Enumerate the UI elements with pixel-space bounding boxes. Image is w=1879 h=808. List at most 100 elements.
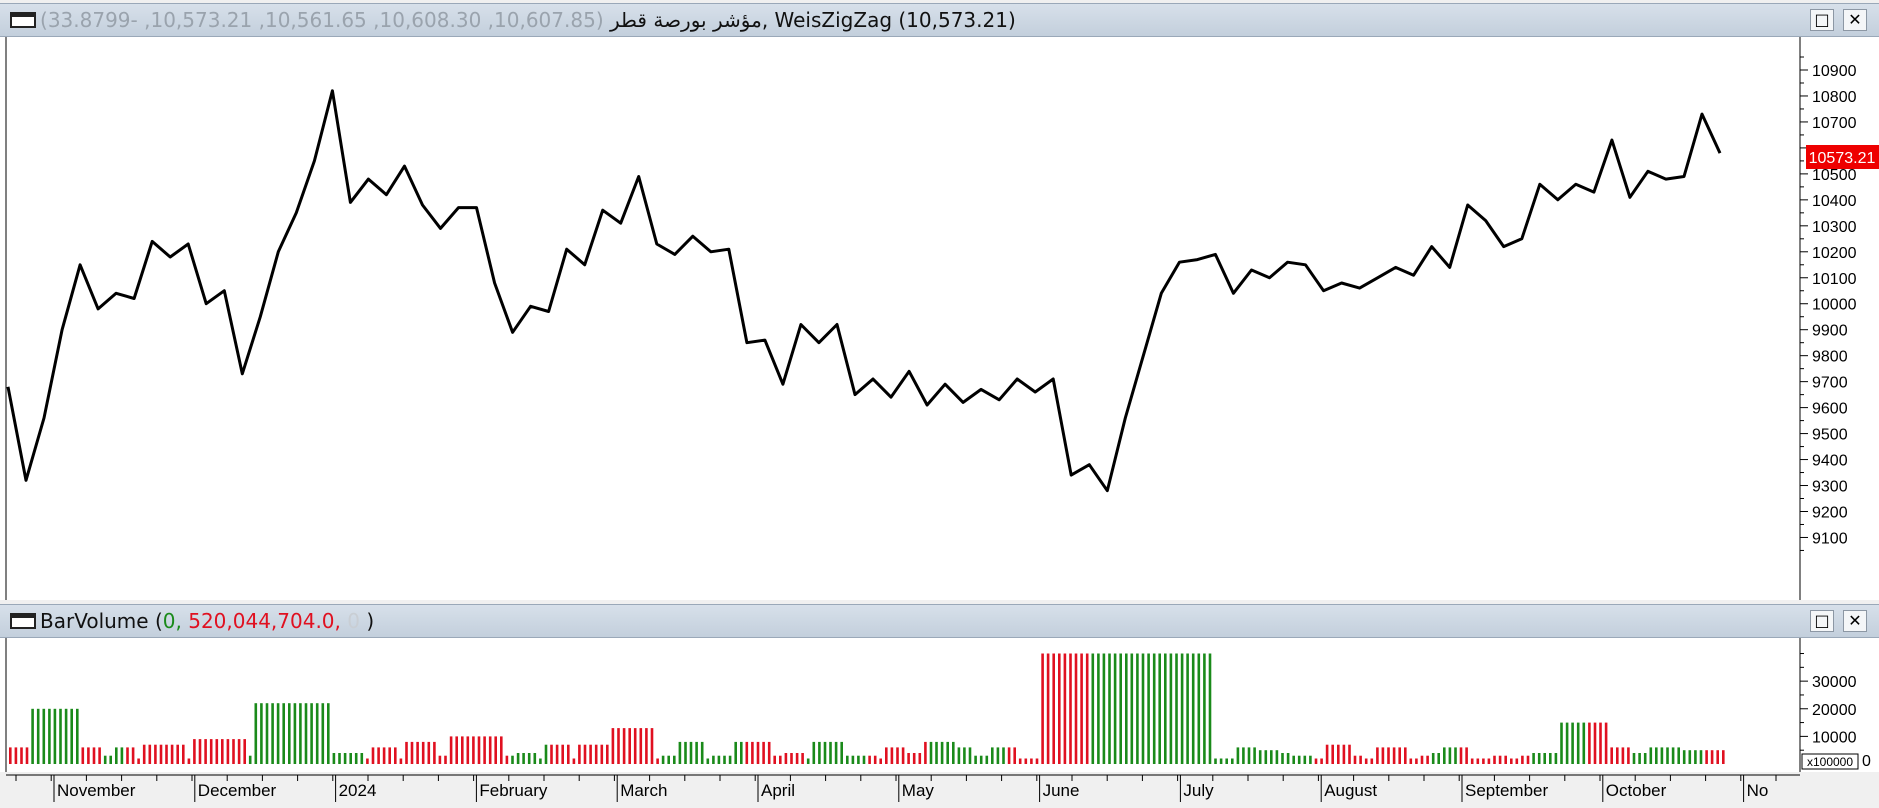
volume-bar xyxy=(1504,755,1507,764)
volume-bar xyxy=(1108,653,1111,764)
price-tick-label: 10500 xyxy=(1812,167,1857,184)
volume-bar xyxy=(1253,747,1256,764)
volume-bar xyxy=(650,728,654,764)
volume-bar xyxy=(332,753,336,764)
volume-bar xyxy=(1270,750,1273,764)
volume-bar xyxy=(148,744,152,764)
volume-bar xyxy=(1448,747,1452,764)
volume-bar xyxy=(1610,747,1613,764)
price-tick-label: 9700 xyxy=(1812,375,1848,392)
volume-bar xyxy=(1655,747,1658,764)
volume-bar xyxy=(1264,750,1268,764)
volume-bar xyxy=(901,747,905,764)
maximize-button[interactable]: □ xyxy=(1810,610,1834,632)
volume-bar xyxy=(1231,758,1234,764)
volume-bar xyxy=(299,703,302,764)
volume-bar xyxy=(115,747,118,764)
indicator-name: BarVolume xyxy=(40,609,149,633)
volume-bar xyxy=(1532,753,1535,764)
volume-bar xyxy=(1688,750,1692,764)
volume-bar xyxy=(1002,747,1005,764)
volume-bar xyxy=(1621,747,1625,764)
volume-bar xyxy=(1136,653,1139,764)
month-label: May xyxy=(902,781,935,800)
volume-bar xyxy=(1069,653,1072,764)
volume-bar xyxy=(254,703,258,764)
volume-bar xyxy=(633,728,637,764)
volume-bar xyxy=(338,753,341,764)
price-tick-label: 9800 xyxy=(1812,349,1848,366)
window-icon[interactable] xyxy=(10,12,36,28)
volume-bar xyxy=(1470,758,1474,764)
month-label: 2024 xyxy=(339,781,377,800)
close-button[interactable]: ✕ xyxy=(1843,610,1867,632)
volume-pane[interactable]: 10000 20000 30000 x100000 0 xyxy=(0,638,1879,772)
volume-bar xyxy=(628,728,631,764)
month-label: June xyxy=(1043,781,1080,800)
volume-bar xyxy=(427,741,431,764)
volume-value-1: 0, xyxy=(162,609,182,633)
volume-bar xyxy=(1376,747,1379,764)
volume-bar xyxy=(36,708,40,764)
volume-bar xyxy=(611,728,615,764)
volume-bar xyxy=(126,747,129,764)
volume-bar xyxy=(1537,753,1541,764)
volume-bar xyxy=(1141,653,1145,764)
volume-bar xyxy=(81,747,85,764)
volume-bar xyxy=(1404,747,1407,764)
price-tick-label: 9500 xyxy=(1812,427,1848,444)
month-label: April xyxy=(761,781,795,800)
volume-bar xyxy=(276,703,280,764)
volume-bar xyxy=(1699,750,1703,764)
volume-bar xyxy=(639,728,643,764)
volume-bar xyxy=(1599,722,1602,764)
volume-bar xyxy=(1392,747,1396,764)
volume-bar xyxy=(53,708,57,764)
time-axis[interactable]: November December 2024 February March April Ma… xyxy=(0,774,1879,808)
volume-bar xyxy=(1381,747,1385,764)
volume-bar xyxy=(1286,753,1290,764)
last-value-label: 10573.21 xyxy=(1809,150,1876,167)
maximize-button[interactable]: □ xyxy=(1810,9,1834,31)
volume-bar xyxy=(1487,758,1491,764)
volume-bar xyxy=(31,708,34,764)
volume-bar xyxy=(885,747,888,764)
volume-bar xyxy=(293,703,297,764)
volume-bar xyxy=(187,758,191,764)
volume-pane-title: BarVolume (0, 520,044,704.0, 0 ) xyxy=(40,609,374,633)
volume-bar xyxy=(890,747,894,764)
price-line xyxy=(6,89,1722,493)
volume-bar xyxy=(1543,753,1546,764)
volume-bar xyxy=(243,739,246,764)
volume-bar xyxy=(1097,653,1100,764)
price-chart: 9100 9200 9300 9400 9500 9600 9700 9800 9900 1000… xyxy=(5,37,1879,600)
volume-bar xyxy=(265,703,269,764)
volume-bar xyxy=(1180,653,1184,764)
volume-bar xyxy=(1035,758,1039,764)
volume-bar xyxy=(1660,747,1664,764)
volume-bar xyxy=(388,747,391,764)
volume-bar xyxy=(394,747,397,764)
volume-bar xyxy=(996,747,1000,764)
price-tick-label: 10400 xyxy=(1812,193,1857,210)
window-icon[interactable] xyxy=(10,613,36,629)
close-button[interactable]: ✕ xyxy=(1843,9,1867,31)
volume-bar xyxy=(907,753,910,764)
volume-bar xyxy=(589,744,592,764)
volume-zero-label: 0 xyxy=(1862,753,1871,770)
price-pane[interactable]: 9100 9200 9300 9400 9500 9600 9700 9800 9900 1000… xyxy=(0,37,1879,600)
volume-bar xyxy=(1197,653,1201,764)
volume-bar xyxy=(661,755,665,764)
volume-bar xyxy=(1576,722,1580,764)
volume-bar xyxy=(1130,653,1134,764)
volume-bar xyxy=(583,744,587,764)
paren-close: ) xyxy=(360,609,375,633)
volume-bar xyxy=(912,753,916,764)
volume-bar xyxy=(1682,750,1686,764)
volume-bar xyxy=(1560,722,1563,764)
volume-bar xyxy=(343,753,347,764)
volume-bar xyxy=(221,739,224,764)
volume-bar xyxy=(1671,747,1675,764)
volume-bar xyxy=(762,741,765,764)
volume-bar xyxy=(1364,758,1368,764)
